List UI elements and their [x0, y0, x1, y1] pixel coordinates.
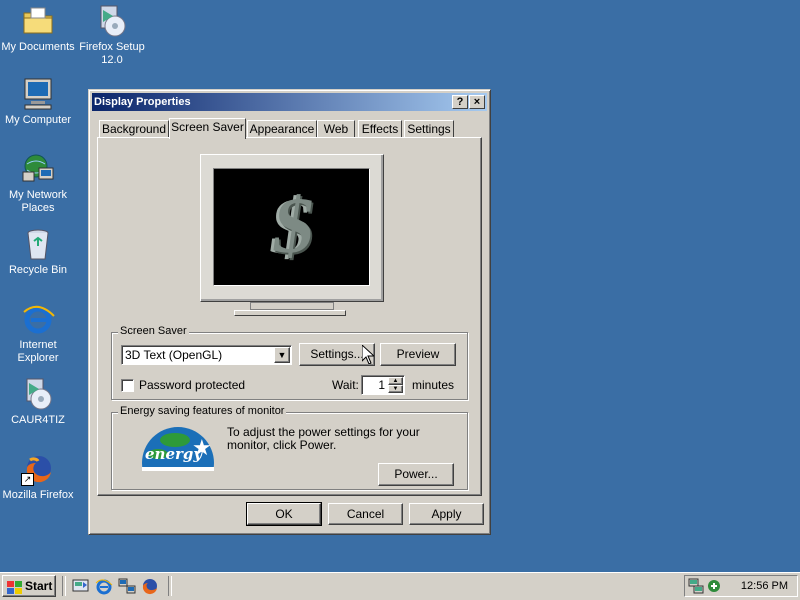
safely-remove-icon[interactable]	[706, 578, 722, 597]
network-status-icon[interactable]	[688, 578, 704, 597]
monitor-neck	[250, 302, 334, 310]
wait-stepper[interactable]: 1 ▲ ▼	[361, 375, 405, 395]
desktop-icon-label: My Network Places	[8, 189, 68, 214]
desktop-icon-caur4tiz[interactable]: CAUR4TIZ	[0, 377, 76, 427]
desktop-icon-mozilla-firefox[interactable]: ↗ Mozilla Firefox	[0, 452, 76, 502]
internet-explorer-icon[interactable]	[95, 577, 113, 598]
display-properties-window: Display Properties ? × Background Screen…	[88, 89, 491, 535]
wait-value: 1	[378, 378, 385, 392]
tab-appearance[interactable]: Appearance	[247, 120, 317, 138]
preview-screen: $	[213, 168, 370, 286]
chevron-up-icon: ▲	[392, 378, 399, 384]
star-icon: ★	[192, 435, 212, 460]
mouse-cursor-icon	[361, 343, 376, 367]
monitor-preview: $	[200, 154, 384, 302]
tab-web[interactable]: Web	[317, 120, 355, 138]
power-button[interactable]: Power...	[378, 463, 454, 486]
recycle-bin-icon	[21, 227, 55, 261]
installer-icon	[95, 4, 129, 38]
dropdown-button[interactable]: ▼	[274, 347, 290, 363]
logo-baseline	[142, 467, 214, 471]
taskbar-separator	[62, 576, 66, 596]
desktop-icon-label: Internet Explorer	[17, 339, 59, 364]
wait-label: Wait:	[332, 378, 359, 392]
desktop-icon-label: CAUR4TIZ	[11, 414, 65, 426]
desktop-icon-my-network-places[interactable]: My Network Places	[0, 152, 76, 215]
tab-screen-saver[interactable]: Screen Saver	[169, 118, 246, 139]
energy-group-label: Energy saving features of monitor	[118, 405, 287, 417]
taskbar: Start 12:56 PM	[0, 572, 800, 600]
screen-saver-select[interactable]: 3D Text (OpenGL) ▼	[121, 345, 292, 365]
wait-up-button[interactable]: ▲	[388, 377, 403, 385]
energy-star-logo: energy ★	[142, 427, 214, 471]
desktop-icon-label: Firefox Setup 12.0	[79, 41, 145, 66]
shortcut-arrow-icon: ↗	[21, 473, 34, 486]
cancel-button[interactable]: Cancel	[328, 503, 403, 525]
chevron-down-icon: ▼	[277, 350, 287, 360]
desktop-icon-label: Recycle Bin	[8, 264, 68, 276]
screen-saver-group: Screen Saver 3D Text (OpenGL) ▼ Settings…	[111, 325, 468, 400]
desktop-icon-label: My Computer	[4, 114, 72, 126]
screen-saver-group-label: Screen Saver	[118, 325, 189, 337]
network-tray-icon[interactable]	[118, 577, 136, 598]
desktop-icon-internet-explorer[interactable]: Internet Explorer	[0, 302, 76, 365]
taskbar-separator	[168, 576, 172, 596]
internet-explorer-icon	[21, 302, 55, 336]
screen-saver-panel: $ Screen Saver 3D Text (OpenGL) ▼ Settin…	[97, 137, 482, 496]
title-bar[interactable]: Display Properties ? ×	[92, 93, 487, 111]
windows-logo-icon	[7, 580, 23, 600]
window-title: Display Properties	[94, 96, 191, 108]
password-checkbox[interactable]	[121, 379, 134, 392]
desktop-icon-my-documents[interactable]: My Documents	[0, 4, 76, 54]
start-label: Start	[25, 579, 53, 593]
apply-button[interactable]: Apply	[409, 503, 484, 525]
desktop-icon-my-computer[interactable]: My Computer	[0, 77, 76, 127]
tab-background[interactable]: Background	[99, 120, 169, 138]
energy-group: Energy saving features of monitor energy…	[111, 405, 468, 490]
desktop-icon-label: My Documents	[1, 41, 75, 53]
tab-settings[interactable]: Settings	[404, 120, 454, 138]
network-icon	[21, 152, 55, 186]
tab-effects[interactable]: Effects	[358, 120, 402, 138]
password-label: Password protected	[139, 378, 246, 392]
wait-down-button[interactable]: ▼	[388, 385, 403, 393]
computer-icon	[21, 77, 55, 111]
folder-icon	[21, 4, 55, 38]
energy-description: To adjust the power settings for your mo…	[227, 425, 420, 452]
installer-icon	[21, 377, 55, 411]
firefox-icon[interactable]	[141, 577, 159, 598]
system-tray: 12:56 PM	[684, 575, 798, 597]
desktop-icon-label: Mozilla Firefox	[2, 489, 74, 501]
ok-button[interactable]: OK	[246, 502, 322, 526]
help-button[interactable]: ?	[452, 95, 468, 109]
chevron-down-icon: ▼	[392, 386, 399, 392]
minutes-label: minutes	[412, 378, 455, 392]
monitor-base	[234, 310, 346, 316]
firefox-icon: ↗	[21, 452, 55, 486]
preview-3d-text: $	[267, 182, 321, 270]
preview-button[interactable]: Preview	[380, 343, 456, 366]
desktop-icon-recycle-bin[interactable]: Recycle Bin	[0, 227, 76, 277]
desktop-icon-firefox-setup[interactable]: Firefox Setup 12.0	[74, 4, 150, 67]
screen-saver-selected: 3D Text (OpenGL)	[125, 348, 223, 362]
close-button[interactable]: ×	[469, 95, 485, 109]
start-button[interactable]: Start	[2, 575, 56, 597]
show-desktop-icon[interactable]	[72, 577, 90, 598]
clock[interactable]: 12:56 PM	[741, 580, 788, 592]
